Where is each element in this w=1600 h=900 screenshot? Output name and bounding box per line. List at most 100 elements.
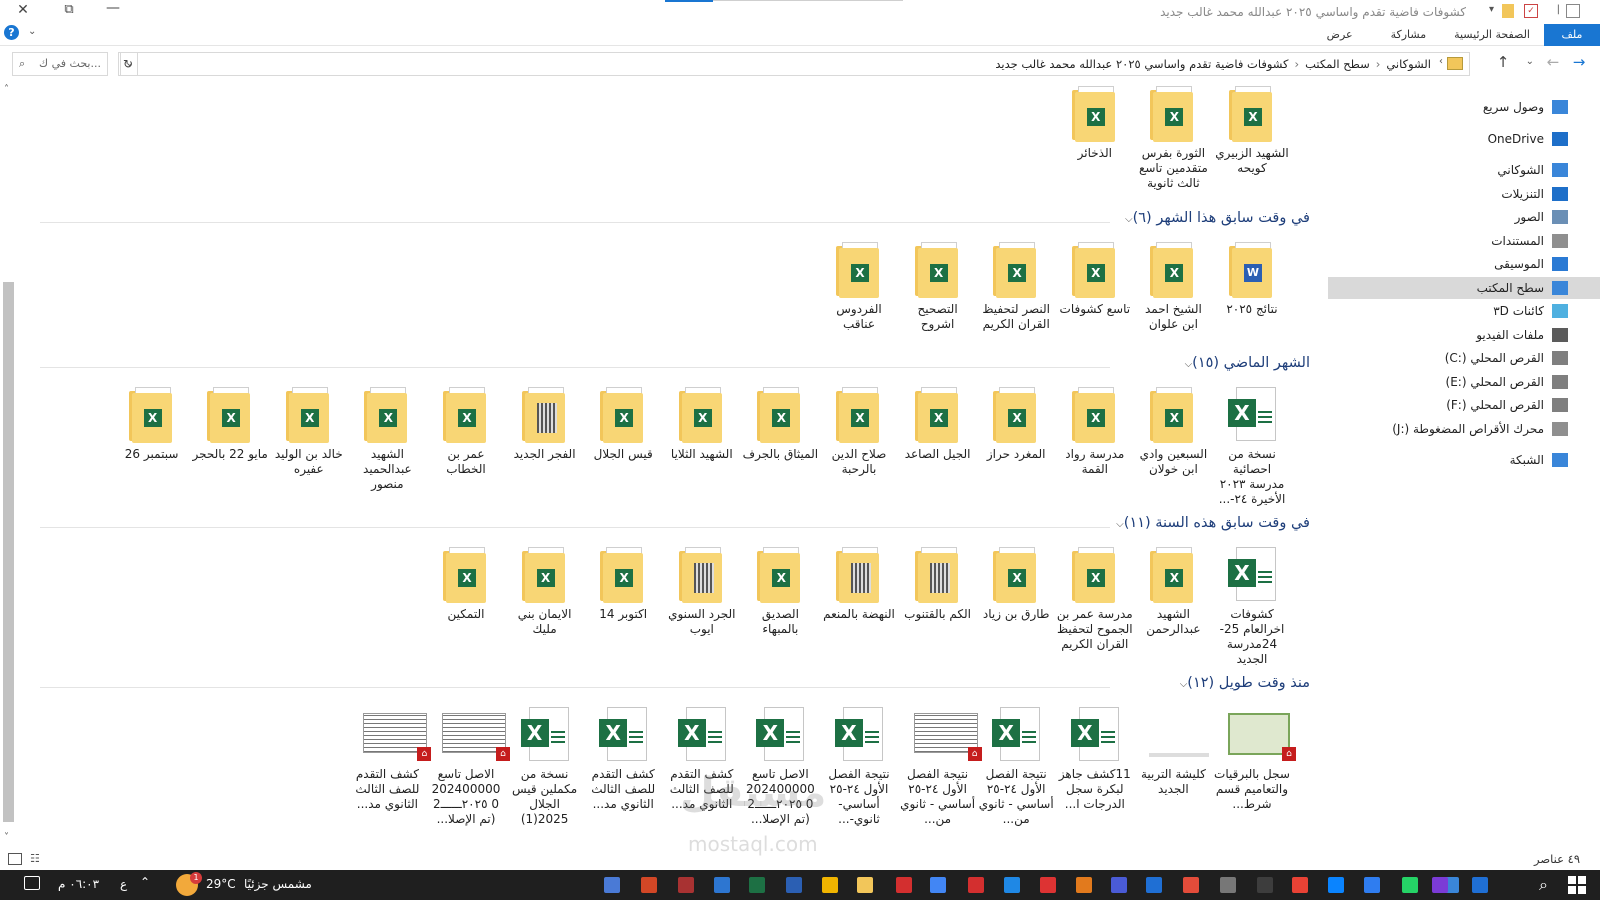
- sidebar-item[interactable]: القرص المحلي (:C): [1328, 347, 1600, 369]
- sidebar-item[interactable]: القرص المحلي (:E): [1328, 371, 1600, 393]
- folder-item[interactable]: X الجيل الصاعد: [900, 387, 976, 462]
- folder-item[interactable]: X تاسع كشوفات: [1057, 242, 1133, 317]
- folder-item[interactable]: X مدرسة عمر بن الجموح لتحفيظ القران الكري…: [1057, 547, 1133, 652]
- sidebar-item[interactable]: الشوكاني: [1328, 159, 1600, 181]
- group-header[interactable]: في وقت سابق هذه السنة (١١)⌵: [40, 515, 1310, 537]
- folder-item[interactable]: X الفردوس عناقب: [821, 242, 897, 332]
- folder-item[interactable]: X النصر لتحفيظ القران الكريم: [978, 242, 1054, 332]
- excel-app-icon[interactable]: [749, 877, 765, 893]
- folder-item[interactable]: X الشهيد عبدالحميد منصور: [349, 387, 425, 492]
- folder-item[interactable]: X الصديق بالمبهاء: [742, 547, 818, 637]
- recent-locations-icon[interactable]: ⌄: [1526, 56, 1534, 67]
- close-icon[interactable]: ✕: [8, 2, 38, 18]
- forward-arrow-icon[interactable]: ←: [1542, 53, 1564, 71]
- chrome-icon[interactable]: [1292, 877, 1308, 893]
- folder-qat-icon[interactable]: [1502, 4, 1514, 18]
- file-item[interactable]: X نتيجة الفصل الأول ٢٤-٢٥ أساسي- ثانوي-..…: [821, 707, 897, 827]
- folder-item[interactable]: X مدرسة رواد القمة: [1057, 387, 1133, 477]
- folder-item[interactable]: الكم بالقتنوب: [900, 547, 976, 622]
- pdf-app-icon[interactable]: [968, 877, 984, 893]
- large-icons-view-icon[interactable]: ☷: [30, 852, 40, 865]
- folder-item[interactable]: X الشيخ احمد ابن علوان: [1135, 242, 1211, 332]
- minimize-icon[interactable]: —: [98, 0, 128, 16]
- folder-item[interactable]: X صلاح الدين بالرحبة: [821, 387, 897, 477]
- sidebar-item[interactable]: كائنات ٣D: [1328, 300, 1600, 322]
- access-app-icon[interactable]: [678, 877, 694, 893]
- file-item[interactable]: X كشوفات اخرالعام 25-24مدرسة الجديد: [1214, 547, 1290, 667]
- folder-item[interactable]: W نتائج ٢٠٢٥: [1214, 242, 1290, 317]
- restore-icon[interactable]: ⧉: [54, 2, 84, 17]
- folder-item[interactable]: X سبتمبر 26: [114, 387, 190, 462]
- file-explorer-taskbar-icon[interactable]: [857, 877, 873, 893]
- folder-item[interactable]: X الذخائر: [1057, 86, 1133, 161]
- app-icon[interactable]: [1040, 877, 1056, 893]
- folder-item[interactable]: X اكتوبر 14: [585, 547, 661, 622]
- sidebar-item[interactable]: سطح المكتب: [1328, 277, 1600, 299]
- app-icon[interactable]: [1111, 877, 1127, 893]
- weather-condition[interactable]: مشمس جزئيًا: [244, 877, 312, 891]
- scroll-down-icon[interactable]: ˅: [4, 832, 9, 843]
- folder-item[interactable]: X الثورة بفرس متقدمين تاسع ثالث ثانوية: [1135, 86, 1211, 191]
- app-icon[interactable]: [1076, 877, 1092, 893]
- app-icon[interactable]: [1432, 877, 1448, 893]
- folder-item[interactable]: X طارق بن زياد: [978, 547, 1054, 622]
- refresh-icon[interactable]: ↻: [118, 52, 138, 76]
- sidebar-item[interactable]: وصول سريع: [1328, 96, 1600, 118]
- sidebar-item[interactable]: OneDrive: [1328, 128, 1600, 150]
- folder-item[interactable]: الفجر الجديد: [507, 387, 583, 462]
- telegram-icon[interactable]: [1364, 877, 1380, 893]
- collapse-chevron-icon[interactable]: ⌵: [1116, 519, 1124, 530]
- sidebar-item[interactable]: القرص المحلي (:F): [1328, 394, 1600, 416]
- search-input[interactable]: بحث في ك... ⌕: [12, 52, 108, 76]
- settings-icon[interactable]: [1220, 877, 1236, 893]
- folder-item[interactable]: X خالد بن الوليد عفيره: [271, 387, 347, 477]
- search-app-icon[interactable]: [822, 877, 838, 893]
- sidebar-item[interactable]: الشبكة: [1328, 449, 1600, 471]
- edge-icon[interactable]: [1328, 877, 1344, 893]
- powerpoint-app-icon[interactable]: [641, 877, 657, 893]
- app-icon[interactable]: [714, 877, 730, 893]
- folder-item[interactable]: X الشهيد عبدالرحمن: [1135, 547, 1211, 637]
- tab-file[interactable]: ملف: [1544, 24, 1600, 46]
- details-view-icon[interactable]: [8, 853, 22, 865]
- folder-item[interactable]: X التصحيح اشروح: [900, 242, 976, 332]
- folder-item[interactable]: X الشهيد الزبيري كويحه: [1214, 86, 1290, 176]
- show-hidden-icons-icon[interactable]: ⌃: [140, 875, 150, 889]
- sidebar-item[interactable]: المستندات: [1328, 230, 1600, 252]
- tab-home[interactable]: الصفحة الرئيسية: [1446, 24, 1538, 46]
- whatsapp-icon[interactable]: [1402, 877, 1418, 893]
- group-header[interactable]: الشهر الماضي (١٥)⌵: [40, 355, 1310, 377]
- file-item[interactable]: X نسخة من احصائية مدرسة ٢٠٢٣ الأخيرة ٢٤-.…: [1214, 387, 1290, 507]
- back-arrow-icon[interactable]: →: [1568, 53, 1590, 71]
- file-item[interactable]: X كشف التقدم للصف الثالث الثانوي مد...: [585, 707, 661, 812]
- app-icon[interactable]: [1183, 877, 1199, 893]
- input-language[interactable]: ع: [120, 877, 127, 891]
- group-header[interactable]: منذ وقت طويل (١٢)⌵: [40, 675, 1310, 697]
- sidebar-item[interactable]: ملفات الفيديو: [1328, 324, 1600, 346]
- app-icon[interactable]: [930, 877, 946, 893]
- scroll-up-icon[interactable]: ˄: [4, 84, 9, 95]
- folder-item[interactable]: X السبعين وادي ابن خولان: [1135, 387, 1211, 477]
- file-item[interactable]: ⌂ الاصل تاسع 2024000000 ٢٠٢٥ــــــ2 (تم ا…: [428, 707, 510, 827]
- address-field[interactable]: ⌄ ‹ الشوكاني › سطح المكتب › كشوفات فاضية…: [120, 52, 1470, 76]
- help-icon[interactable]: ?: [4, 25, 19, 40]
- group-header[interactable]: في وقت سابق هذا الشهر (٦)⌵: [40, 210, 1310, 232]
- keyboard-icon[interactable]: [1146, 877, 1162, 893]
- sidebar-item[interactable]: محرك الأقراص المضغوطة (:J): [1328, 418, 1600, 440]
- qat-dropdown-icon[interactable]: ▾: [1489, 4, 1494, 15]
- breadcrumb-item-folder[interactable]: كشوفات فاضية تقدم واساسي ٢٠٢٥ عبدالله مح…: [995, 57, 1288, 71]
- breadcrumb-item-user[interactable]: الشوكاني: [1386, 57, 1431, 71]
- folder-item[interactable]: X عمر بن الخطاب: [428, 387, 504, 477]
- sidebar-item[interactable]: الصور: [1328, 206, 1600, 228]
- ribbon-expand-icon[interactable]: ⌄: [28, 26, 36, 37]
- app-icon[interactable]: [604, 877, 620, 893]
- folder-item[interactable]: X الشهيد الثلايا: [664, 387, 740, 462]
- sidebar-item[interactable]: التنزيلات: [1328, 183, 1600, 205]
- file-item[interactable]: X نتيجة الفصل الأول ٢٤-٢٥ أساسي - ثانوي م…: [978, 707, 1054, 827]
- properties-qat-icon[interactable]: ✓: [1524, 4, 1538, 18]
- opera-icon[interactable]: [896, 877, 912, 893]
- search-taskbar-icon[interactable]: ⌕: [1539, 875, 1548, 895]
- tab-view[interactable]: عرض: [1319, 24, 1361, 46]
- folder-item[interactable]: X الايمان بني مليك: [507, 547, 583, 637]
- breadcrumb-item-desktop[interactable]: سطح المكتب: [1305, 57, 1370, 71]
